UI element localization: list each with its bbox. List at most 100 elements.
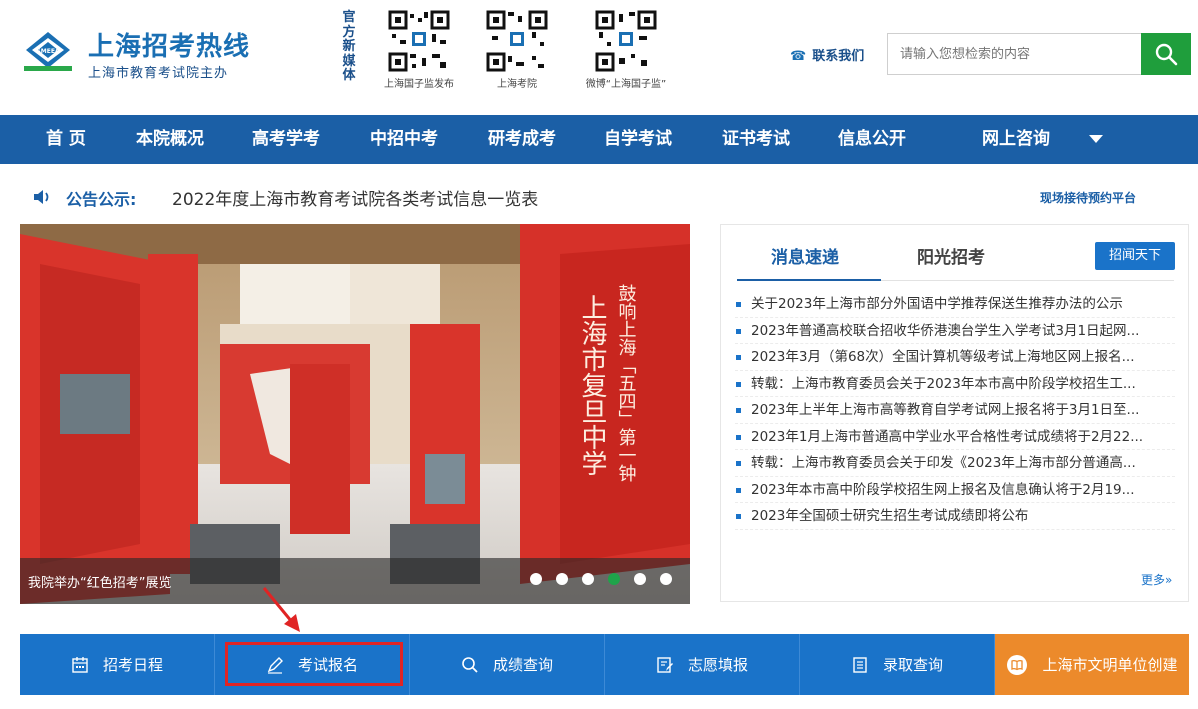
nav-item-certificate[interactable]: 证书考试 bbox=[722, 115, 790, 164]
nav-item-about[interactable]: 本院概况 bbox=[136, 115, 204, 164]
bullet-icon bbox=[736, 302, 741, 307]
news-item-title: 2023年3月（第68次）全国计算机等级考试上海地区网上报名... bbox=[751, 349, 1135, 365]
nav-item-home[interactable]: 首 页 bbox=[46, 115, 86, 164]
quick-link-civilized-unit[interactable]: 上海市文明单位创建 bbox=[995, 634, 1189, 695]
quick-link-exam-schedule[interactable]: 招考日程 bbox=[20, 634, 215, 695]
qr-code-guozijian[interactable]: 上海国子监发布 bbox=[364, 10, 474, 100]
quick-link-application[interactable]: 志愿填报 bbox=[605, 634, 800, 695]
search-box bbox=[887, 33, 1141, 75]
logo-badge-text: SMEEA bbox=[36, 48, 59, 55]
quick-links-bar: 招考日程 考试报名 成绩查询 志愿填报 录取查询 上海市文明单位创建 bbox=[20, 634, 1189, 695]
news-world-button[interactable]: 招闻天下 bbox=[1095, 242, 1175, 270]
news-item-title: 2023年1月上海市普通高中学业水平合格性考试成绩将于2月22... bbox=[751, 428, 1144, 445]
news-item[interactable]: 2023年全国硕士研究生招生考试成绩即将公布 bbox=[735, 503, 1175, 530]
carousel-dot-5[interactable] bbox=[634, 573, 646, 585]
official-media-label: 官方新媒体 bbox=[342, 10, 356, 83]
bullet-icon bbox=[736, 355, 741, 360]
contact-us-label: 联系我们 bbox=[812, 49, 865, 64]
nav-item-self-study[interactable]: 自学考试 bbox=[604, 115, 672, 164]
search-input[interactable] bbox=[888, 34, 1141, 74]
quick-link-score-query[interactable]: 成绩查询 bbox=[410, 634, 605, 695]
contact-us-link[interactable]: ☎ 联系我们 bbox=[790, 45, 864, 64]
news-item[interactable]: 2023年本市高中阶段学校招生网上报名及信息确认将于2月19... bbox=[735, 477, 1175, 503]
qr-caption: 上海国子监发布 bbox=[384, 79, 454, 90]
news-item[interactable]: 2023年普通高校联合招收华侨港澳台学生入学考试3月1日起网... bbox=[735, 318, 1175, 344]
red-arrow-annotation bbox=[262, 587, 300, 632]
qr-caption: 上海考院 bbox=[497, 79, 537, 90]
book-icon bbox=[1006, 654, 1028, 676]
news-item-title: 转载：上海市教育委员会关于2023年本市高中阶段学校招生工... bbox=[751, 375, 1136, 392]
quick-link-label: 志愿填报 bbox=[687, 656, 748, 674]
carousel-caption[interactable]: 我院举办“红色招考”展览 bbox=[28, 572, 171, 591]
nav-item-info-disclosure[interactable]: 信息公开 bbox=[838, 115, 906, 164]
quick-link-label: 招考日程 bbox=[102, 656, 163, 674]
news-item[interactable]: 2023年3月（第68次）全国计算机等级考试上海地区网上报名... bbox=[735, 344, 1175, 371]
bullet-icon bbox=[736, 408, 741, 413]
quick-link-label: 录取查询 bbox=[882, 656, 943, 674]
carousel-dot-2[interactable] bbox=[556, 573, 568, 585]
quick-link-label: 上海市文明单位创建 bbox=[1042, 656, 1178, 674]
news-item[interactable]: 关于2023年上海市部分外国语中学推荐保送生推荐办法的公示 bbox=[735, 291, 1175, 318]
bullet-icon bbox=[736, 328, 741, 334]
exhibition-photo: 上海市复旦中学 鼓响上海「五四」第一钟 bbox=[20, 224, 690, 604]
search-icon bbox=[461, 656, 479, 674]
speaker-icon bbox=[34, 190, 49, 204]
tab-sunshine-admission[interactable]: 阳光招考 bbox=[917, 243, 985, 268]
news-item-title: 2023年普通高校联合招收华侨港澳台学生入学考试3月1日起网... bbox=[751, 322, 1140, 339]
poster-subtitle: 鼓响上海「五四」第一钟 bbox=[616, 284, 637, 482]
news-item[interactable]: 2023年1月上海市普通高中学业水平合格性考试成绩将于2月22... bbox=[735, 424, 1175, 450]
qr-caption: 微博“上海国子监” bbox=[585, 79, 667, 90]
news-item-title: 关于2023年上海市部分外国语中学推荐保送生推荐办法的公示 bbox=[751, 296, 1123, 312]
site-header: SMEEA 上海招考热线 上海市教育考试院主办 官方新媒体 上海国子监发布 上海… bbox=[0, 0, 1198, 115]
nav-item-online-consult[interactable]: 网上咨询 bbox=[982, 115, 1050, 164]
carousel-dot-6[interactable] bbox=[660, 573, 672, 585]
quick-link-admission-query[interactable]: 录取查询 bbox=[800, 634, 995, 695]
notice-label: 公告公示: bbox=[66, 190, 137, 209]
image-carousel[interactable]: 上海市复旦中学 鼓响上海「五四」第一钟 我院举办“红色招考”展览 bbox=[20, 224, 690, 604]
appointment-platform-link[interactable]: 现场接待预约平台 bbox=[1040, 189, 1136, 206]
site-subtitle: 上海市教育考试院主办 bbox=[88, 66, 229, 81]
quick-link-label: 考试报名 bbox=[297, 656, 358, 674]
qr-code-weibo[interactable]: 微博“上海国子监” bbox=[571, 10, 681, 100]
bullet-icon bbox=[736, 381, 741, 387]
news-item-title: 2023年本市高中阶段学校招生网上报名及信息确认将于2月19... bbox=[751, 481, 1135, 498]
news-list: 关于2023年上海市部分外国语中学推荐保送生推荐办法的公示 2023年普通高校联… bbox=[735, 291, 1175, 530]
quick-link-exam-registration[interactable]: 考试报名 bbox=[215, 634, 410, 695]
search-icon bbox=[1155, 43, 1178, 66]
qr-code-icon bbox=[595, 10, 657, 72]
news-item[interactable]: 2023年上半年上海市高等教育自学考试网上报名将于3月1日至... bbox=[735, 397, 1175, 424]
news-panel: 消息速递 阳光招考 招闻天下 关于2023年上海市部分外国语中学推荐保送生推荐办… bbox=[720, 224, 1189, 602]
news-item-title: 转载：上海市教育委员会关于印发《2023年上海市部分普通高... bbox=[751, 455, 1136, 471]
pen-icon bbox=[266, 656, 284, 674]
carousel-dot-1[interactable] bbox=[530, 573, 542, 585]
bullet-icon bbox=[736, 514, 741, 519]
edit-form-icon bbox=[656, 656, 674, 674]
news-item-title: 2023年上半年上海市高等教育自学考试网上报名将于3月1日至... bbox=[751, 402, 1140, 418]
active-tab-indicator bbox=[737, 279, 881, 281]
phone-icon: ☎ bbox=[790, 49, 807, 64]
bullet-icon bbox=[736, 461, 741, 466]
news-item[interactable]: 转载：上海市教育委员会关于2023年本市高中阶段学校招生工... bbox=[735, 371, 1175, 397]
notice-headline-link[interactable]: 2022年度上海市教育考试院各类考试信息一览表 bbox=[172, 185, 538, 210]
calendar-icon bbox=[71, 656, 89, 674]
smeea-logo-icon: SMEEA bbox=[24, 32, 72, 71]
document-list-icon bbox=[851, 656, 869, 674]
nav-item-zhongkao[interactable]: 中招中考 bbox=[370, 115, 438, 164]
chevron-down-icon[interactable] bbox=[1089, 135, 1103, 143]
poster-title: 上海市复旦中学 bbox=[577, 294, 607, 476]
qr-code-kaoyuan[interactable]: 上海考院 bbox=[462, 10, 572, 100]
site-logo[interactable]: SMEEA 上海招考热线 上海市教育考试院主办 bbox=[22, 24, 262, 84]
more-news-link[interactable]: 更多» bbox=[1141, 571, 1172, 588]
nav-item-yankao[interactable]: 研考成考 bbox=[488, 115, 556, 164]
carousel-dot-4[interactable] bbox=[608, 573, 620, 585]
nav-item-gaokao[interactable]: 高考学考 bbox=[252, 115, 320, 164]
tab-news-express[interactable]: 消息速递 bbox=[771, 243, 839, 268]
search-button[interactable] bbox=[1141, 33, 1191, 75]
carousel-dot-3[interactable] bbox=[582, 573, 594, 585]
qr-code-icon bbox=[486, 10, 548, 72]
bullet-icon bbox=[736, 434, 741, 440]
news-item[interactable]: 转载：上海市教育委员会关于印发《2023年上海市部分普通高... bbox=[735, 450, 1175, 477]
quick-link-label: 成绩查询 bbox=[492, 656, 553, 674]
site-title: 上海招考热线 bbox=[88, 32, 251, 62]
qr-code-icon bbox=[388, 10, 450, 72]
